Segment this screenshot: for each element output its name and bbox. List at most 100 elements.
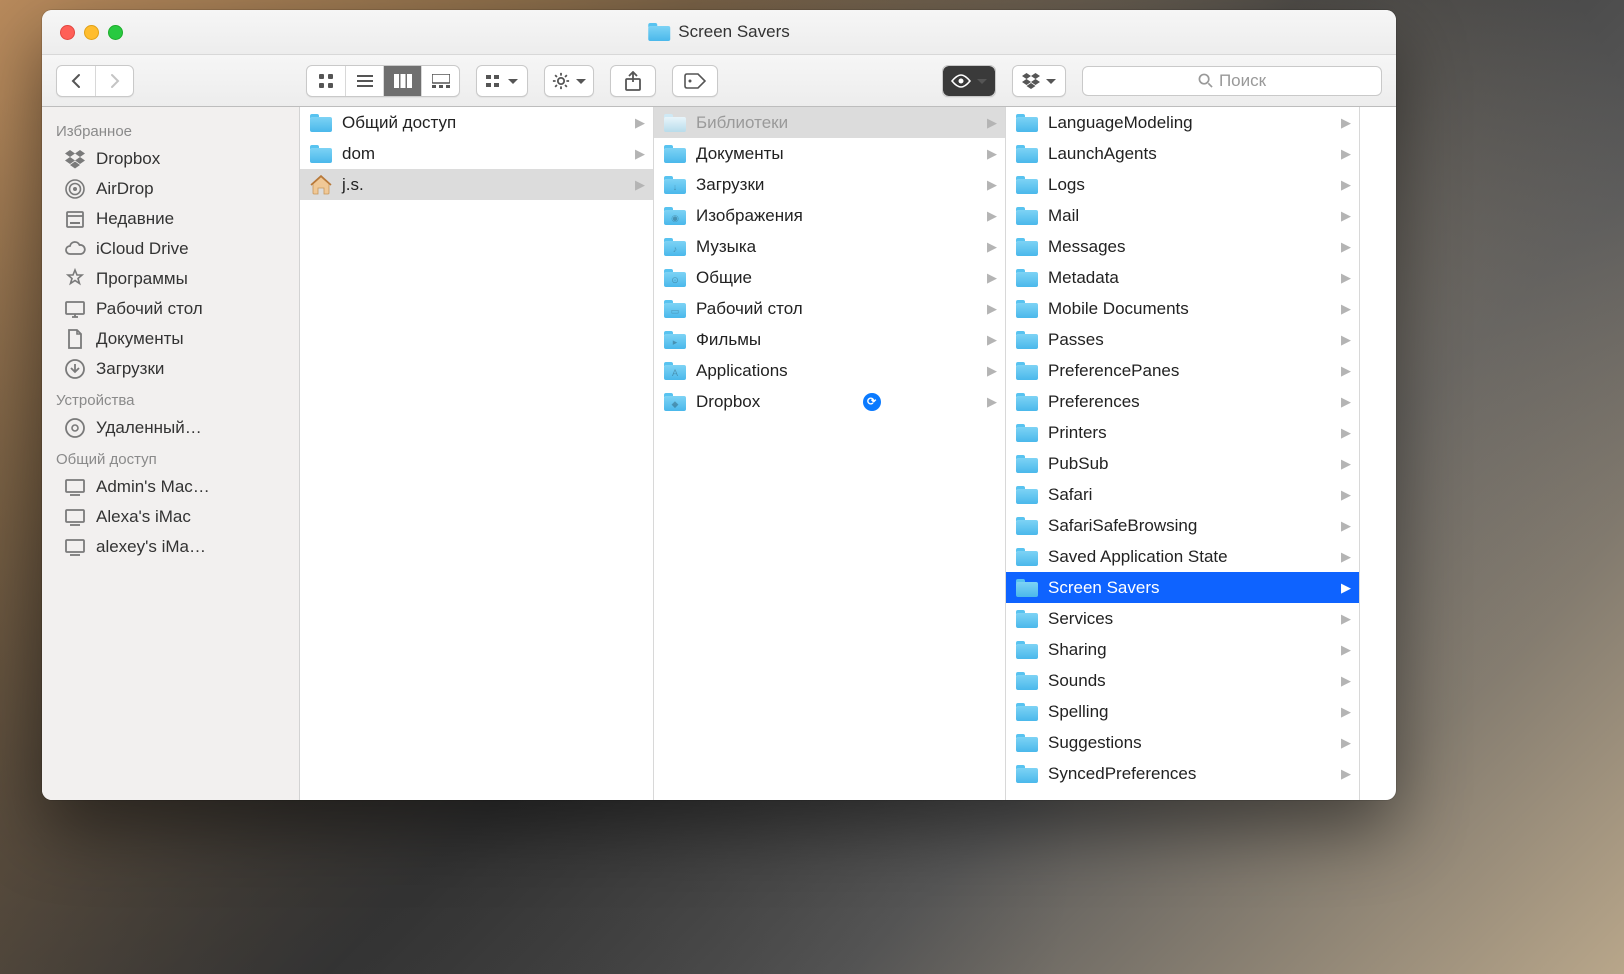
chevron-right-icon: ▶ — [987, 270, 997, 286]
column-item[interactable]: Safari▶ — [1006, 479, 1359, 510]
arrange-button[interactable] — [477, 66, 527, 96]
column-item[interactable]: LanguageModeling▶ — [1006, 107, 1359, 138]
column-item[interactable]: Saved Application State ▶ — [1006, 541, 1359, 572]
folder-icon — [1016, 672, 1038, 690]
sidebar-item-label: Программы — [96, 269, 188, 289]
close-button[interactable] — [60, 25, 75, 40]
sidebar-item-label: alexey's iMa… — [96, 537, 206, 557]
chevron-right-icon: ▶ — [987, 177, 997, 193]
column-item[interactable]: SyncedPreferences▶ — [1006, 758, 1359, 789]
column-item[interactable]: Sharing▶ — [1006, 634, 1359, 665]
sidebar-item-desktop[interactable]: Рабочий стол — [42, 294, 299, 324]
forward-button[interactable] — [95, 66, 133, 96]
sidebar[interactable]: ИзбранноеDropboxAirDropНедавниеiCloud Dr… — [42, 107, 300, 800]
sidebar-item-dropbox[interactable]: Dropbox — [42, 144, 299, 174]
icon-view-button[interactable] — [307, 66, 345, 96]
chevron-right-icon: ▶ — [1341, 270, 1351, 286]
chevron-right-icon: ▶ — [1341, 301, 1351, 317]
item-label: Mail — [1048, 206, 1079, 226]
item-label: Messages — [1048, 237, 1125, 257]
item-label: Saved Application State — [1048, 547, 1228, 567]
column-item[interactable]: ◉Изображения▶ — [654, 200, 1005, 231]
dropbox-button[interactable] — [1013, 66, 1065, 96]
column-item[interactable]: ↓Загрузки▶ — [654, 169, 1005, 200]
sidebar-item-disc[interactable]: Удаленный… — [42, 413, 299, 443]
column-item[interactable]: Документы▶ — [654, 138, 1005, 169]
item-label: Документы — [696, 144, 784, 164]
column-3[interactable]: LanguageModeling▶LaunchAgents▶Logs▶Mail▶… — [1006, 107, 1360, 800]
sidebar-item-downloads[interactable]: Загрузки — [42, 354, 299, 384]
column-item[interactable]: dom▶ — [300, 138, 653, 169]
nav-group — [56, 65, 134, 97]
item-label: Applications — [696, 361, 788, 381]
folder-icon — [1016, 641, 1038, 659]
column-item[interactable]: Mobile Documents▶ — [1006, 293, 1359, 324]
sidebar-item-documents[interactable]: Документы — [42, 324, 299, 354]
chevron-right-icon: ▶ — [1341, 239, 1351, 255]
action-button[interactable] — [545, 66, 593, 96]
column-item[interactable]: Screen Savers▶ — [1006, 572, 1359, 603]
column-item[interactable]: SafariSafeBrowsing▶ — [1006, 510, 1359, 541]
sidebar-item-apps[interactable]: Программы — [42, 264, 299, 294]
column-item[interactable]: Services▶ — [1006, 603, 1359, 634]
chevron-right-icon: ▶ — [1341, 673, 1351, 689]
sidebar-item-recents[interactable]: Недавние — [42, 204, 299, 234]
sidebar-item-computer[interactable]: alexey's iMa… — [42, 532, 299, 562]
sidebar-item-computer[interactable]: Alexa's iMac — [42, 502, 299, 532]
search-icon — [1198, 73, 1213, 88]
search-field[interactable]: Поиск — [1082, 66, 1382, 96]
chevron-right-icon: ▶ — [1341, 549, 1351, 565]
chevron-right-icon: ▶ — [1341, 704, 1351, 720]
gallery-view-button[interactable] — [421, 66, 459, 96]
chevron-right-icon: ▶ — [1341, 611, 1351, 627]
sidebar-item-icloud[interactable]: iCloud Drive — [42, 234, 299, 264]
sidebar-item-computer[interactable]: Admin's Mac… — [42, 472, 299, 502]
column-item[interactable]: Sounds▶ — [1006, 665, 1359, 696]
column-2[interactable]: Библиотеки▶Документы▶↓Загрузки▶◉Изображе… — [654, 107, 1006, 800]
airdrop-icon — [64, 178, 86, 200]
column-item[interactable]: Logs▶ — [1006, 169, 1359, 200]
column-item[interactable]: AApplications▶ — [654, 355, 1005, 386]
column-item[interactable]: Metadata▶ — [1006, 262, 1359, 293]
share-button[interactable] — [611, 66, 655, 96]
column-item[interactable]: Printers▶ — [1006, 417, 1359, 448]
preview-button[interactable] — [943, 66, 995, 96]
column-1[interactable]: Общий доступ▶dom▶j.s.▶ — [300, 107, 654, 800]
column-item[interactable]: Preferences▶ — [1006, 386, 1359, 417]
column-item[interactable]: Общий доступ▶ — [300, 107, 653, 138]
column-item[interactable]: ▸Фильмы▶ — [654, 324, 1005, 355]
column-item[interactable]: Messages ▶ — [1006, 231, 1359, 262]
list-view-button[interactable] — [345, 66, 383, 96]
column-item[interactable]: ◆Dropbox⟳▶ — [654, 386, 1005, 417]
column-item[interactable]: Spelling▶ — [1006, 696, 1359, 727]
column-item[interactable]: PubSub▶ — [1006, 448, 1359, 479]
sidebar-item-airdrop[interactable]: AirDrop — [42, 174, 299, 204]
finder-window: Screen Savers Поиск ИзбранноеDropboxAirD… — [42, 10, 1396, 800]
item-label: SyncedPreferences — [1048, 764, 1196, 784]
dropbox-icon — [64, 148, 86, 170]
column-item[interactable]: Passes▶ — [1006, 324, 1359, 355]
back-button[interactable] — [57, 66, 95, 96]
zoom-button[interactable] — [108, 25, 123, 40]
column-item[interactable]: LaunchAgents▶ — [1006, 138, 1359, 169]
folder-icon — [1016, 331, 1038, 349]
column-view-button[interactable] — [383, 66, 421, 96]
column-item[interactable]: PreferencePanes▶ — [1006, 355, 1359, 386]
folder-icon — [310, 145, 332, 163]
column-item[interactable]: ▭Рабочий стол▶ — [654, 293, 1005, 324]
minimize-button[interactable] — [84, 25, 99, 40]
column-item[interactable]: Библиотеки▶ — [654, 107, 1005, 138]
folder-icon — [664, 145, 686, 163]
column-item[interactable]: ♪Музыка▶ — [654, 231, 1005, 262]
column-item[interactable]: ⊙Общие▶ — [654, 262, 1005, 293]
folder-icon: ◉ — [664, 207, 686, 225]
sync-icon: ⟳ — [863, 393, 881, 411]
chevron-right-icon: ▶ — [1341, 425, 1351, 441]
column-item[interactable]: j.s.▶ — [300, 169, 653, 200]
view-group — [306, 65, 460, 97]
column-item[interactable]: Mail▶ — [1006, 200, 1359, 231]
column-item[interactable]: Suggestions▶ — [1006, 727, 1359, 758]
documents-icon — [64, 328, 86, 350]
tags-button[interactable] — [673, 66, 717, 96]
recents-icon — [64, 208, 86, 230]
